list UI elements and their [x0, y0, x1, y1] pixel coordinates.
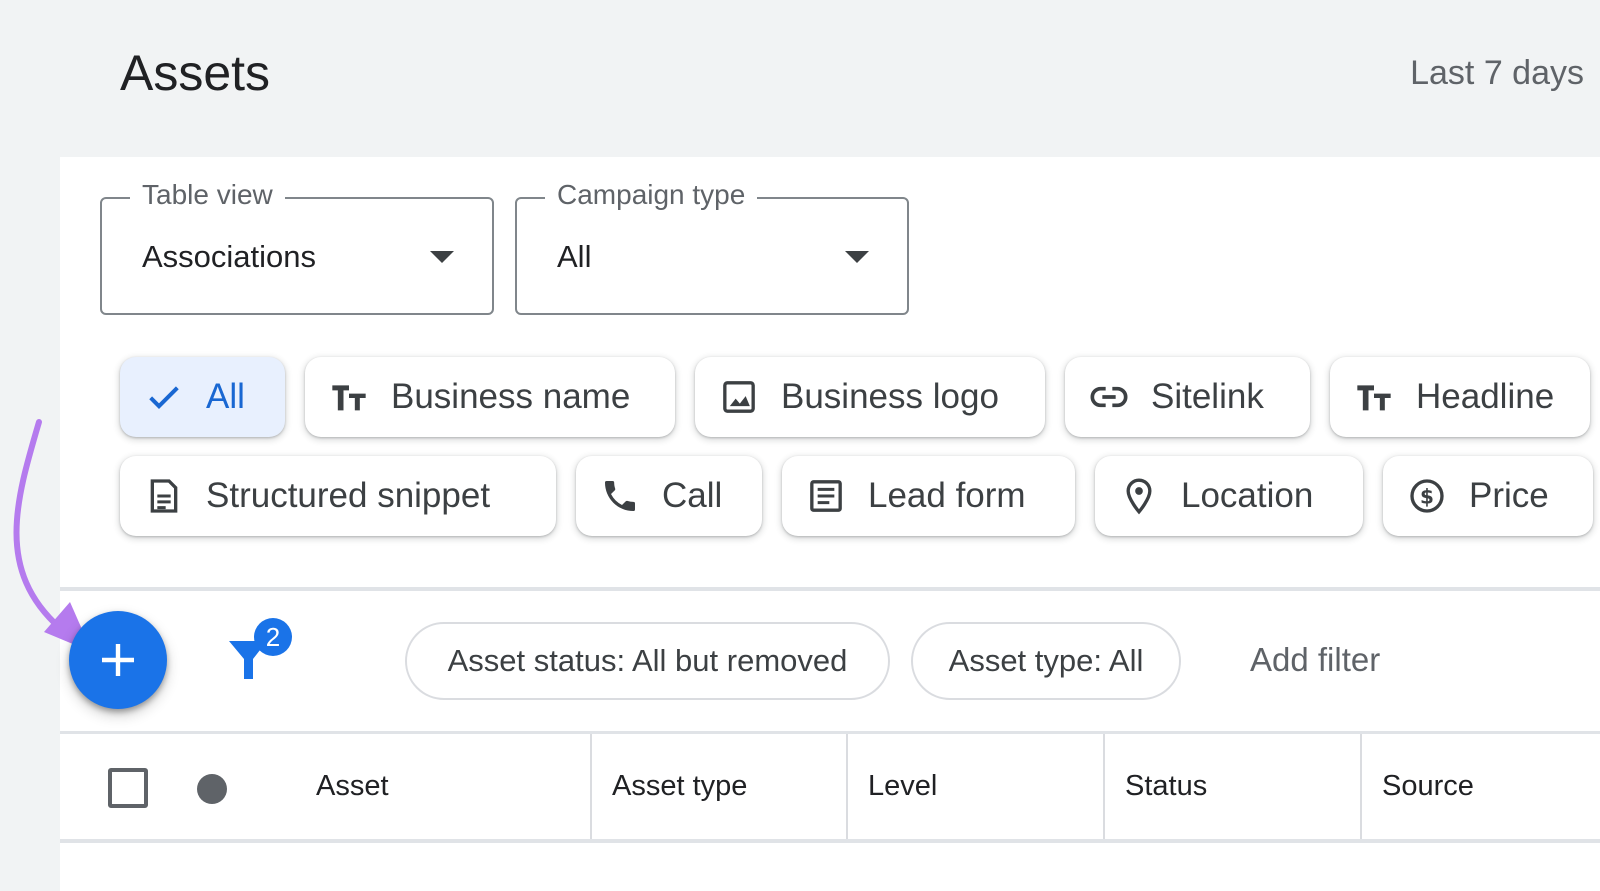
campaign-type-value: All: [557, 239, 592, 274]
location-pin-icon: [1119, 476, 1159, 516]
page-title: Assets: [120, 45, 271, 101]
chip-label: Sitelink: [1151, 377, 1264, 416]
campaign-type-label: Campaign type: [545, 179, 758, 211]
image-icon: [719, 377, 759, 417]
svg-text:$: $: [1420, 485, 1434, 509]
chip-all[interactable]: All: [120, 357, 285, 437]
list-form-icon: [806, 476, 846, 516]
table-view-label: Table view: [130, 179, 285, 211]
column-divider: [1103, 734, 1105, 839]
column-header-level[interactable]: Level: [868, 734, 937, 839]
chip-business-name[interactable]: Business name: [305, 357, 675, 437]
chip-label: All: [206, 377, 245, 416]
chip-label: Call: [662, 476, 723, 515]
chip-label: Structured snippet: [206, 476, 491, 515]
column-header-asset-type[interactable]: Asset type: [612, 734, 747, 839]
phone-icon: [600, 476, 640, 516]
status-dot-icon: [197, 774, 227, 804]
chip-lead-form[interactable]: Lead form: [782, 456, 1075, 536]
document-icon: [144, 476, 184, 516]
chip-label: Business logo: [781, 377, 999, 416]
column-divider: [846, 734, 848, 839]
chip-label: Headline: [1416, 377, 1555, 416]
date-range-selector[interactable]: Last 7 days: [1410, 54, 1584, 93]
chip-label: Price: [1469, 476, 1549, 515]
asset-type-chips-row-2: Structured snippet Call Lead form Locati…: [120, 456, 1593, 536]
dropdown-arrow-icon: [845, 251, 869, 263]
text-fields-icon: [1354, 377, 1394, 417]
chip-label: Business name: [391, 377, 631, 416]
dropdown-arrow-icon: [430, 251, 454, 263]
filter-chip-asset-type[interactable]: Asset type: All: [911, 622, 1181, 700]
campaign-type-select[interactable]: Campaign type All: [515, 179, 909, 315]
chip-structured-snippet[interactable]: Structured snippet: [120, 456, 556, 536]
column-header-source[interactable]: Source: [1382, 734, 1474, 839]
dollar-circle-icon: $: [1407, 476, 1447, 516]
filter-chip-asset-status[interactable]: Asset status: All but removed: [405, 622, 890, 700]
chip-price[interactable]: $ Price: [1383, 456, 1593, 536]
assets-card: Table view Associations Campaign type Al…: [60, 157, 1600, 891]
column-divider: [590, 734, 592, 839]
add-asset-button[interactable]: [69, 611, 167, 709]
divider: [60, 587, 1600, 591]
chip-sitelink[interactable]: Sitelink: [1065, 357, 1310, 437]
asset-type-chips-row-1: All Business name Business logo Sitelink…: [120, 357, 1590, 437]
filter-count-badge: 2: [254, 618, 292, 656]
column-header-status[interactable]: Status: [1125, 734, 1207, 839]
select-all-checkbox[interactable]: [108, 768, 148, 808]
column-divider: [1360, 734, 1362, 839]
link-icon: [1089, 377, 1129, 417]
add-filter-button[interactable]: Add filter: [1250, 641, 1380, 679]
chip-call[interactable]: Call: [576, 456, 762, 536]
table-view-value: Associations: [142, 239, 317, 274]
chip-location[interactable]: Location: [1095, 456, 1363, 536]
chip-headline[interactable]: Headline: [1330, 357, 1590, 437]
table-view-select[interactable]: Table view Associations: [100, 179, 494, 315]
chip-label: Location: [1181, 476, 1314, 515]
table-header: Asset Asset type Level Status Source: [60, 731, 1600, 843]
text-fields-icon: [329, 377, 369, 417]
chip-business-logo[interactable]: Business logo: [695, 357, 1045, 437]
chip-label: Lead form: [868, 476, 1026, 515]
plus-icon: [102, 644, 134, 676]
check-icon: [144, 377, 184, 417]
column-header-asset[interactable]: Asset: [316, 734, 389, 839]
